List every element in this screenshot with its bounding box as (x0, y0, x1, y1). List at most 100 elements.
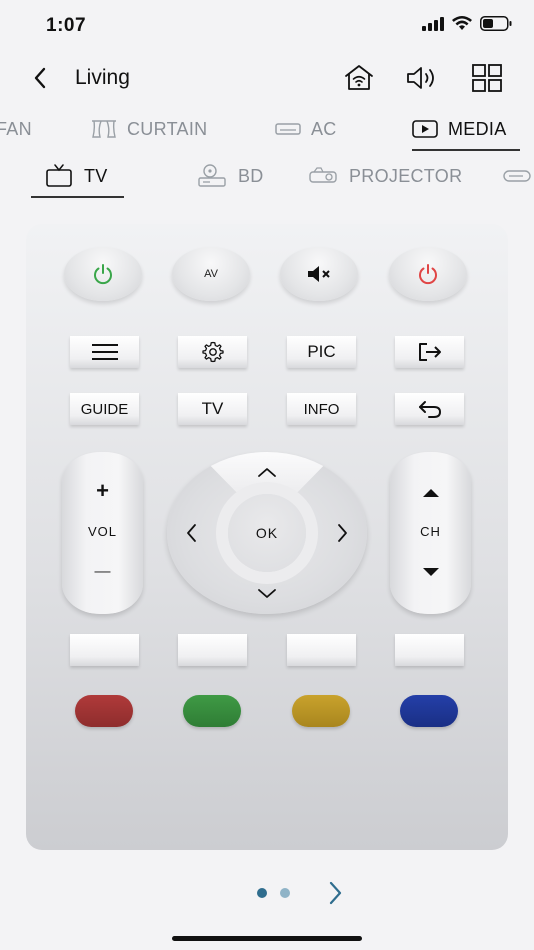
tab-ac-label: AC (311, 118, 337, 139)
chevron-right-icon (329, 881, 342, 905)
exit-button[interactable] (395, 336, 464, 368)
remote-panel: AV PIC GUIDE TV INFO + VOL — OK CH (26, 224, 508, 850)
ok-button[interactable]: OK (228, 494, 306, 572)
volume-label: VOL (87, 524, 117, 539)
channel-down-button[interactable] (390, 552, 471, 592)
chevron-down-icon (258, 589, 276, 598)
gear-icon (201, 341, 224, 363)
yellow-button[interactable] (292, 695, 350, 727)
chevron-up-icon (258, 468, 276, 477)
info-button[interactable]: INFO (287, 393, 356, 425)
tab-fan[interactable]: FAN (0, 108, 32, 150)
guide-button-label: GUIDE (80, 400, 129, 418)
home-indicator (172, 936, 362, 941)
custom-button-4[interactable] (395, 634, 464, 666)
category-tabs: FAN CURTAIN AC MEDIA (0, 108, 534, 152)
settings-button[interactable] (178, 336, 247, 368)
tab-media-label: MEDIA (448, 118, 507, 139)
status-bar: 1:07 (0, 0, 534, 52)
tab-fan-label: FAN (0, 118, 32, 139)
device-tab-projector-label: PROJECTOR (349, 165, 463, 186)
channel-label: CH (420, 524, 441, 539)
custom-button-2[interactable] (178, 634, 247, 666)
volume-down-button[interactable]: — (62, 552, 143, 592)
power-off-button[interactable] (389, 247, 467, 301)
device-tab-tv-label: TV (84, 165, 108, 186)
status-time: 1:07 (46, 15, 87, 36)
tv-button[interactable]: TV (178, 393, 247, 425)
projector-icon (309, 167, 337, 183)
mute-icon (308, 266, 330, 282)
channel-up-button[interactable] (390, 474, 471, 512)
battery-icon (480, 16, 512, 36)
dpad-down-button[interactable] (247, 576, 287, 612)
mute-button[interactable] (280, 247, 358, 301)
tab-curtain-label: CURTAIN (127, 118, 208, 139)
exit-icon (418, 343, 441, 361)
device-tab-tv[interactable]: TV (46, 156, 108, 196)
volume-up-button[interactable]: + (62, 472, 143, 510)
volume-rocker: + VOL — (62, 452, 143, 614)
category-tab-indicator (412, 149, 520, 151)
volume-button[interactable] (404, 62, 442, 94)
green-button[interactable] (183, 695, 241, 727)
disc-player-icon (198, 164, 226, 187)
tab-curtain[interactable]: CURTAIN (91, 108, 207, 150)
menu-button[interactable] (70, 336, 139, 368)
menu-icon (91, 344, 118, 360)
next-page-button[interactable] (320, 878, 350, 908)
dpad-right-button[interactable] (323, 515, 363, 551)
av-button-label: AV (204, 268, 218, 280)
page-dot-2[interactable] (280, 888, 290, 898)
media-play-icon (412, 120, 438, 138)
return-icon (418, 401, 441, 418)
device-tab-bd-label: BD (238, 165, 264, 186)
device-tabs: TV BD PROJECTOR (0, 152, 534, 200)
nav-actions (340, 62, 506, 94)
blue-button[interactable] (400, 695, 458, 727)
device-tab-more[interactable] (503, 156, 531, 196)
power-on-button[interactable] (64, 247, 142, 301)
power-icon (419, 264, 437, 285)
device-tab-bd[interactable]: BD (198, 156, 264, 196)
chevron-right-icon (338, 524, 347, 542)
nav-bar: Living (0, 52, 534, 104)
air-conditioner-icon (275, 123, 301, 135)
power-icon (94, 264, 112, 285)
tab-media[interactable]: MEDIA (412, 108, 507, 150)
wifi-icon (452, 16, 472, 36)
triangle-up-icon (422, 489, 439, 497)
device-icon (503, 170, 531, 182)
ok-button-label: OK (255, 525, 279, 541)
return-button[interactable] (395, 393, 464, 425)
red-button[interactable] (75, 695, 133, 727)
pic-button-label: PIC (307, 342, 336, 361)
tab-ac[interactable]: AC (275, 108, 337, 150)
direction-pad: OK (167, 452, 367, 614)
dpad-left-button[interactable] (171, 515, 211, 551)
triangle-down-icon (422, 568, 439, 576)
device-tab-projector[interactable]: PROJECTOR (309, 156, 462, 196)
tv-button-label: TV (201, 399, 224, 418)
tv-icon (46, 164, 72, 187)
custom-button-1[interactable] (70, 634, 139, 666)
page-indicator (0, 878, 534, 908)
back-button[interactable] (26, 64, 54, 92)
status-icons (422, 16, 512, 36)
pic-button[interactable]: PIC (287, 336, 356, 368)
custom-button-3[interactable] (287, 634, 356, 666)
grid-icon (472, 64, 502, 92)
chevron-left-icon (34, 67, 46, 89)
device-tab-indicator (31, 196, 124, 198)
chevron-left-icon (187, 524, 196, 542)
dpad-up-button[interactable] (247, 454, 287, 490)
home-wifi-button[interactable] (340, 62, 378, 94)
info-button-label: INFO (303, 400, 340, 418)
av-button[interactable]: AV (172, 247, 250, 301)
volume-down-label: — (94, 563, 111, 580)
curtain-icon (92, 120, 116, 138)
page-dot-1[interactable] (257, 888, 267, 898)
volume-up-label: + (96, 478, 109, 503)
grid-view-button[interactable] (468, 62, 506, 94)
guide-button[interactable]: GUIDE (70, 393, 139, 425)
